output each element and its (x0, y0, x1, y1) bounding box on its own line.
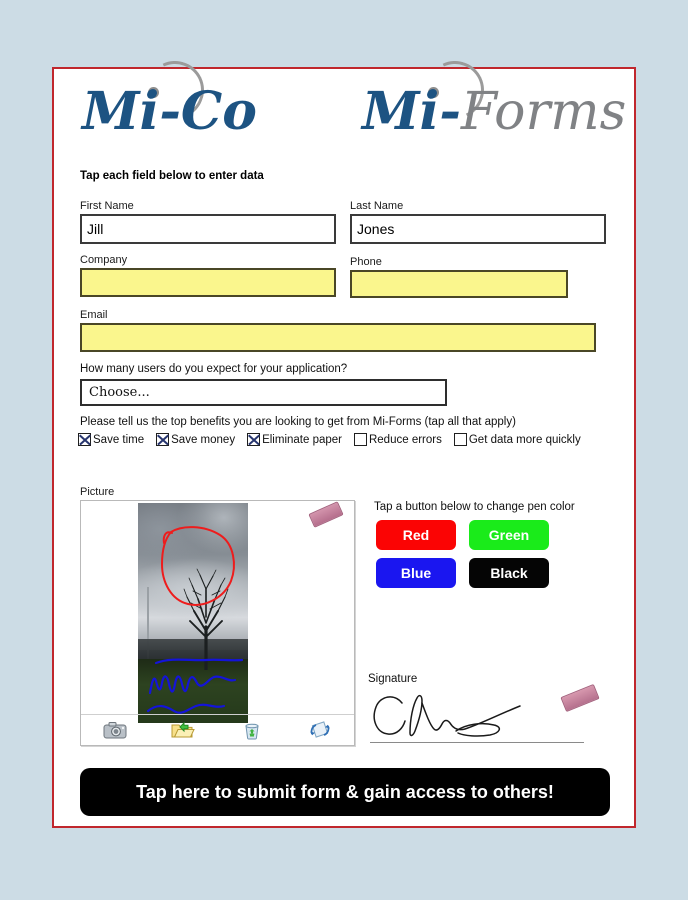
photo-image (138, 503, 248, 723)
recycle-bin-icon[interactable] (218, 715, 286, 745)
open-folder-icon[interactable] (149, 715, 217, 745)
users-count-dropdown[interactable]: Choose... (80, 379, 447, 406)
form-page: Mi-Co Mi-Forms Tap each field below to e… (52, 52, 636, 828)
signature-baseline (370, 742, 584, 743)
last-name-input[interactable]: Jones (350, 214, 606, 244)
checkbox-item-get-data-more-quickly[interactable]: Get data more quickly (453, 433, 581, 446)
email-label: Email (80, 309, 108, 321)
checkbox-icon[interactable] (78, 433, 91, 446)
checkbox-icon[interactable] (247, 433, 261, 446)
picture-toolbar (81, 714, 354, 745)
checkbox-item-reduce-errors[interactable]: Reduce errors (353, 433, 442, 446)
mico-logo: Mi-Co (82, 86, 257, 138)
company-input[interactable] (80, 268, 336, 297)
phone-input[interactable] (350, 270, 568, 298)
miforms-logo: Mi-Forms (362, 86, 626, 139)
pen-color-black-button[interactable]: Black (469, 558, 549, 588)
checkbox-label: Save time (93, 433, 145, 446)
checkbox-icon[interactable] (353, 433, 367, 446)
benefits-checkbox-group: Save time Save money Eliminate paper Red… (78, 433, 593, 446)
miforms-logo-suffix: Forms (460, 82, 627, 142)
company-label: Company (80, 254, 128, 266)
eraser-icon[interactable] (308, 501, 344, 528)
picture-canvas[interactable] (80, 500, 355, 746)
checkbox-item-eliminate-paper[interactable]: Eliminate paper (247, 433, 342, 446)
pen-color-red-button[interactable]: Red (376, 520, 456, 550)
first-name-label: First Name (80, 200, 134, 212)
users-question-label: How many users do you expect for your ap… (80, 363, 348, 375)
checkbox-label: Reduce errors (368, 433, 442, 446)
checkbox-item-save-time[interactable]: Save time (78, 433, 144, 446)
instruction-text: Tap each field below to enter data (80, 170, 264, 182)
ink-annotations (146, 526, 244, 714)
mico-logo-text: Mi-Co (82, 81, 257, 142)
miforms-logo-prefix: Mi- (362, 81, 461, 142)
submit-form-button[interactable]: Tap here to submit form & gain access to… (80, 768, 610, 816)
pen-color-blue-button[interactable]: Blue (376, 558, 456, 588)
logo-header: Mi-Co Mi-Forms (54, 52, 634, 165)
benefits-prompt: Please tell us the top benefits you are … (80, 416, 516, 428)
first-name-input[interactable]: Jill (80, 214, 336, 244)
checkbox-label: Get data more quickly (468, 433, 581, 446)
picture-label: Picture (80, 486, 115, 498)
last-name-label: Last Name (350, 200, 404, 212)
email-input[interactable] (80, 323, 596, 352)
checkbox-icon[interactable] (156, 433, 170, 446)
rotate-icon[interactable] (286, 715, 354, 745)
checkbox-label: Save money (171, 433, 236, 446)
camera-icon[interactable] (81, 715, 149, 745)
checkbox-item-save-money[interactable]: Save money (156, 433, 235, 446)
signature-label: Signature (368, 673, 418, 685)
checkbox-label: Eliminate paper (262, 433, 342, 446)
pen-color-hint: Tap a button below to change pen color (374, 501, 575, 513)
phone-label: Phone (350, 256, 382, 268)
pen-color-green-button[interactable]: Green (469, 520, 549, 550)
checkbox-icon[interactable] (453, 433, 467, 446)
